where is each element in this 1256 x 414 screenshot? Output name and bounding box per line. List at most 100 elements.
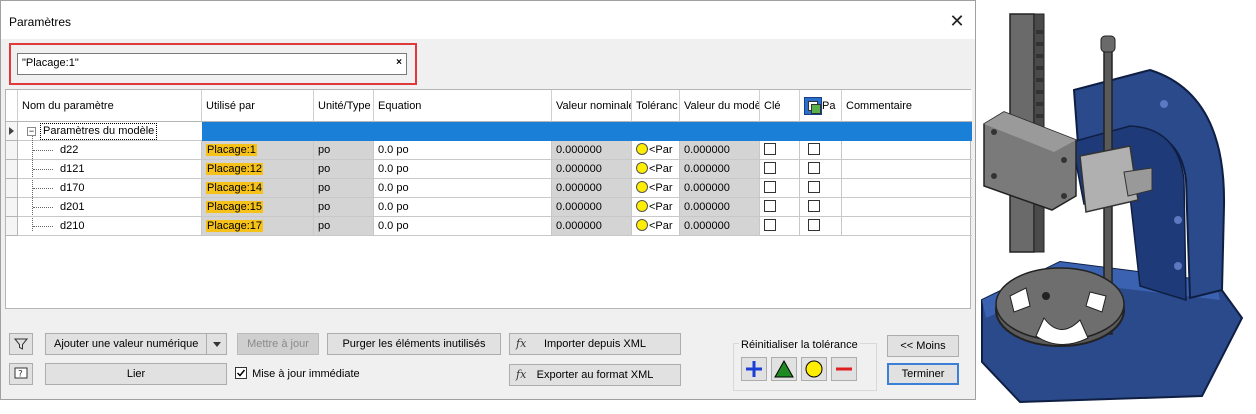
nominal-cell[interactable]: 0.000000 [552, 217, 632, 236]
tolerance-cell[interactable]: <Par [632, 217, 680, 236]
key-checkbox[interactable] [764, 181, 776, 193]
nominal-cell[interactable]: 0.000000 [552, 198, 632, 217]
tolerance-cell[interactable]: <Par [632, 160, 680, 179]
key-checkbox[interactable] [764, 162, 776, 174]
unit-value: po [318, 220, 331, 232]
unit-cell[interactable]: po [314, 141, 374, 160]
model-value-cell[interactable]: 0.000000 [680, 141, 760, 160]
tolerance-lower-button[interactable] [831, 357, 857, 381]
row-selector[interactable] [6, 160, 18, 179]
param-name-cell[interactable]: d22 [18, 141, 202, 160]
col-header-nominal[interactable]: Valeur nominale [552, 90, 632, 122]
col-header-used-by[interactable]: Utilisé par [202, 90, 314, 122]
clear-filter-icon[interactable]: × [396, 57, 402, 68]
tolerance-upper-button[interactable] [741, 357, 767, 381]
key-checkbox[interactable] [764, 219, 776, 231]
comment-cell[interactable] [842, 217, 972, 236]
purge-button[interactable]: Purger les éléments inutilisés [327, 333, 501, 355]
immediate-update-checkbox-wrap[interactable]: Mise à jour immédiate [235, 367, 360, 380]
unit-cell[interactable]: po [314, 217, 374, 236]
param-name-cell[interactable]: d210 [18, 217, 202, 236]
row-selector[interactable] [6, 217, 18, 236]
used-by-cell[interactable]: Placage:12 [202, 160, 314, 179]
used-by-value: Placage:1 [206, 144, 257, 156]
col-header-unit[interactable]: Unité/Type [314, 90, 374, 122]
tolerance-cell[interactable]: <Par [632, 179, 680, 198]
col-header-export[interactable]: Pa [800, 90, 842, 122]
nominal-cell[interactable]: 0.000000 [552, 179, 632, 198]
model-value-cell[interactable]: 0.000000 [680, 179, 760, 198]
less-button[interactable]: << Moins [887, 335, 959, 357]
export-checkbox[interactable] [808, 162, 820, 174]
col-header-tolerance[interactable]: Toléranc [632, 90, 680, 122]
tolerance-median-button[interactable] [771, 357, 797, 381]
col-header-model-value[interactable]: Valeur du modè [680, 90, 760, 122]
tolerance-reset-label: Réinitialiser la tolérance [739, 339, 860, 351]
export-checkbox[interactable] [808, 181, 820, 193]
row-selector[interactable] [6, 122, 18, 141]
comment-cell[interactable] [842, 198, 972, 217]
comment-cell[interactable] [842, 160, 972, 179]
equation-cell[interactable]: 0.0 po [374, 141, 552, 160]
arbor-press-illustration [981, 13, 1244, 404]
row-selector[interactable] [6, 141, 18, 160]
row-selector[interactable] [6, 179, 18, 198]
key-checkbox[interactable] [764, 143, 776, 155]
equation-value: 0.0 po [378, 220, 409, 232]
used-by-cell[interactable]: Placage:17 [202, 217, 314, 236]
minus-icon [836, 367, 852, 371]
unit-cell[interactable]: po [314, 179, 374, 198]
used-by-cell[interactable]: Placage:14 [202, 179, 314, 198]
filter-input[interactable]: "Placage:1" × [17, 53, 407, 75]
equation-cell[interactable]: 0.0 po [374, 217, 552, 236]
param-name-cell[interactable]: d121 [18, 160, 202, 179]
model-value-cell[interactable]: 0.000000 [680, 160, 760, 179]
key-checkbox[interactable] [764, 200, 776, 212]
help-button[interactable]: ? [9, 363, 33, 385]
export-checkbox[interactable] [808, 200, 820, 212]
tolerance-cell[interactable]: <Par [632, 141, 680, 160]
filter-button[interactable] [9, 333, 33, 355]
close-icon[interactable]: ✕ [943, 7, 971, 35]
comment-cell[interactable] [842, 141, 972, 160]
tolerance-cell[interactable]: <Par [632, 198, 680, 217]
param-name-cell[interactable]: d170 [18, 179, 202, 198]
unit-cell[interactable]: po [314, 160, 374, 179]
link-button[interactable]: Lier [45, 363, 227, 385]
finish-button[interactable]: Terminer [887, 363, 959, 385]
model-value-cell[interactable]: 0.000000 [680, 198, 760, 217]
group-row-selection[interactable] [202, 122, 972, 141]
tolerance-value: <Par [649, 144, 673, 156]
unit-cell[interactable]: po [314, 198, 374, 217]
import-xml-button[interactable]: fx Importer depuis XML [509, 333, 681, 355]
immediate-update-checkbox[interactable] [235, 367, 247, 379]
export-checkbox[interactable] [808, 143, 820, 155]
equation-value: 0.0 po [378, 201, 409, 213]
nominal-cell[interactable]: 0.000000 [552, 160, 632, 179]
equation-cell[interactable]: 0.0 po [374, 160, 552, 179]
update-button[interactable]: Mettre à jour [237, 333, 319, 355]
nominal-cell[interactable]: 0.000000 [552, 141, 632, 160]
used-by-cell[interactable]: Placage:15 [202, 198, 314, 217]
export-xml-button[interactable]: fx Exporter au format XML [509, 364, 681, 386]
nominal-tolerance-icon [636, 162, 648, 174]
comment-cell[interactable] [842, 179, 972, 198]
group-label[interactable]: Paramètres du modèle [40, 123, 158, 140]
row-selector[interactable] [6, 198, 18, 217]
col-header-equation[interactable]: Equation [374, 90, 552, 122]
collapse-icon[interactable]: − [27, 127, 36, 136]
equation-cell[interactable]: 0.0 po [374, 198, 552, 217]
used-by-cell[interactable]: Placage:1 [202, 141, 314, 160]
equation-cell[interactable]: 0.0 po [374, 179, 552, 198]
add-numeric-button[interactable]: Ajouter une valeur numérique [45, 333, 227, 355]
param-name: d170 [60, 182, 85, 194]
tolerance-nominal-button[interactable] [801, 357, 827, 381]
chevron-down-icon[interactable] [206, 334, 226, 354]
col-header-key[interactable]: Clé [760, 90, 800, 122]
export-checkbox[interactable] [808, 219, 820, 231]
model-value-cell[interactable]: 0.000000 [680, 217, 760, 236]
col-header-name[interactable]: Nom du paramètre [18, 90, 202, 122]
param-name-cell[interactable]: d201 [18, 198, 202, 217]
col-header-comment[interactable]: Commentaire [842, 90, 972, 122]
used-by-value: Placage:12 [206, 163, 264, 175]
